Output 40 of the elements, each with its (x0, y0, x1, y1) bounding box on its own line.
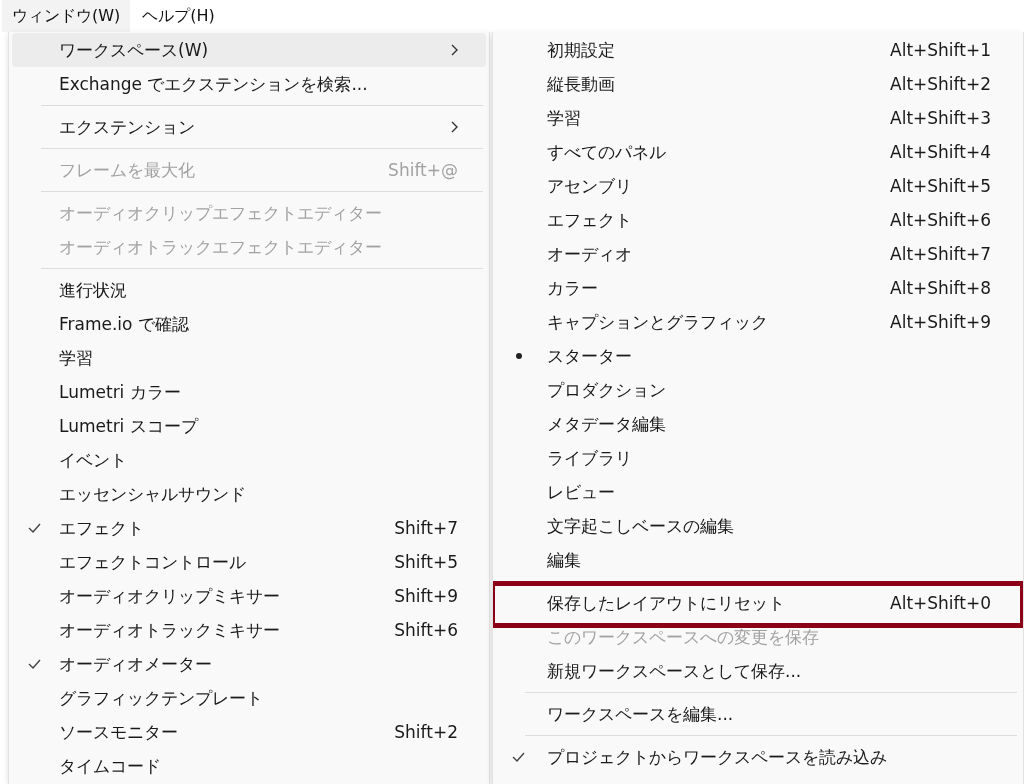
menu-item[interactable]: 進行状況 (12, 273, 486, 307)
menu-item[interactable]: エフェクト Alt+Shift+6 (496, 203, 1020, 237)
menu-item[interactable]: アセンブリ Alt+Shift+5 (496, 169, 1020, 203)
menu-item[interactable]: ソースモニター Shift+2 (12, 715, 486, 749)
menu-item[interactable]: 保存したレイアウトにリセット Alt+Shift+0 (496, 586, 1020, 620)
menu-bar-item[interactable]: ウィンドウ(W) (2, 0, 131, 32)
menu-item[interactable]: グラフィックテンプレート (12, 681, 486, 715)
menu-bar-item[interactable]: ヘルプ(H) (132, 0, 225, 32)
menu-item[interactable]: プロジェクトからワークスペースを読み込み (496, 740, 1020, 774)
menu-item[interactable]: エクステンション (12, 110, 486, 144)
menu-item[interactable]: ワークスペース(W) (12, 33, 486, 67)
menu-item[interactable]: Lumetri カラー (12, 375, 486, 409)
menu-item[interactable]: オーディオクリップミキサー Shift+9 (12, 579, 486, 613)
menu-item[interactable]: カラー Alt+Shift+8 (496, 271, 1020, 305)
menu-item[interactable]: エフェクトコントロール Shift+5 (12, 545, 486, 579)
menu-item[interactable]: 編集 (496, 543, 1020, 577)
menu-item[interactable]: Frame.io で確認 (12, 307, 486, 341)
menu-item[interactable]: 縦長動画 Alt+Shift+2 (496, 67, 1020, 101)
menu-item[interactable]: オーディオトラックミキサー Shift+6 (12, 613, 486, 647)
menu-item[interactable]: レビュー (496, 475, 1020, 509)
menu-item[interactable]: 初期設定 Alt+Shift+1 (496, 33, 1020, 67)
menu-item[interactable]: エフェクト Shift+7 (12, 511, 486, 545)
menu-item[interactable]: プロダクション (496, 373, 1020, 407)
menu-item[interactable]: すべてのパネル Alt+Shift+4 (496, 135, 1020, 169)
menu-item[interactable]: タイムコード (12, 749, 486, 783)
menu-item[interactable]: 新規ワークスペースとして保存... (496, 654, 1020, 688)
menu-item[interactable]: ワークスペースを編集... (496, 697, 1020, 731)
menu-item[interactable]: ライブラリ (496, 441, 1020, 475)
menu-item[interactable]: スターター (496, 339, 1020, 373)
menu-item[interactable]: 文字起こしベースの編集 (496, 509, 1020, 543)
menu-item[interactable]: 学習 Alt+Shift+3 (496, 101, 1020, 135)
menu-item[interactable]: メタデータ編集 (496, 407, 1020, 441)
menu-item[interactable]: オーディオメーター (12, 647, 486, 681)
menu-item[interactable]: キャプションとグラフィック Alt+Shift+9 (496, 305, 1020, 339)
menu-item[interactable]: イベント (12, 443, 486, 477)
menu-item[interactable]: オーディオ Alt+Shift+7 (496, 237, 1020, 271)
menu-item[interactable]: Lumetri スコープ (12, 409, 486, 443)
menu-item[interactable]: エッセンシャルサウンド (12, 477, 486, 511)
menu-item[interactable]: 学習 (12, 341, 486, 375)
menu-item[interactable]: Exchange でエクステンションを検索... (12, 67, 486, 101)
